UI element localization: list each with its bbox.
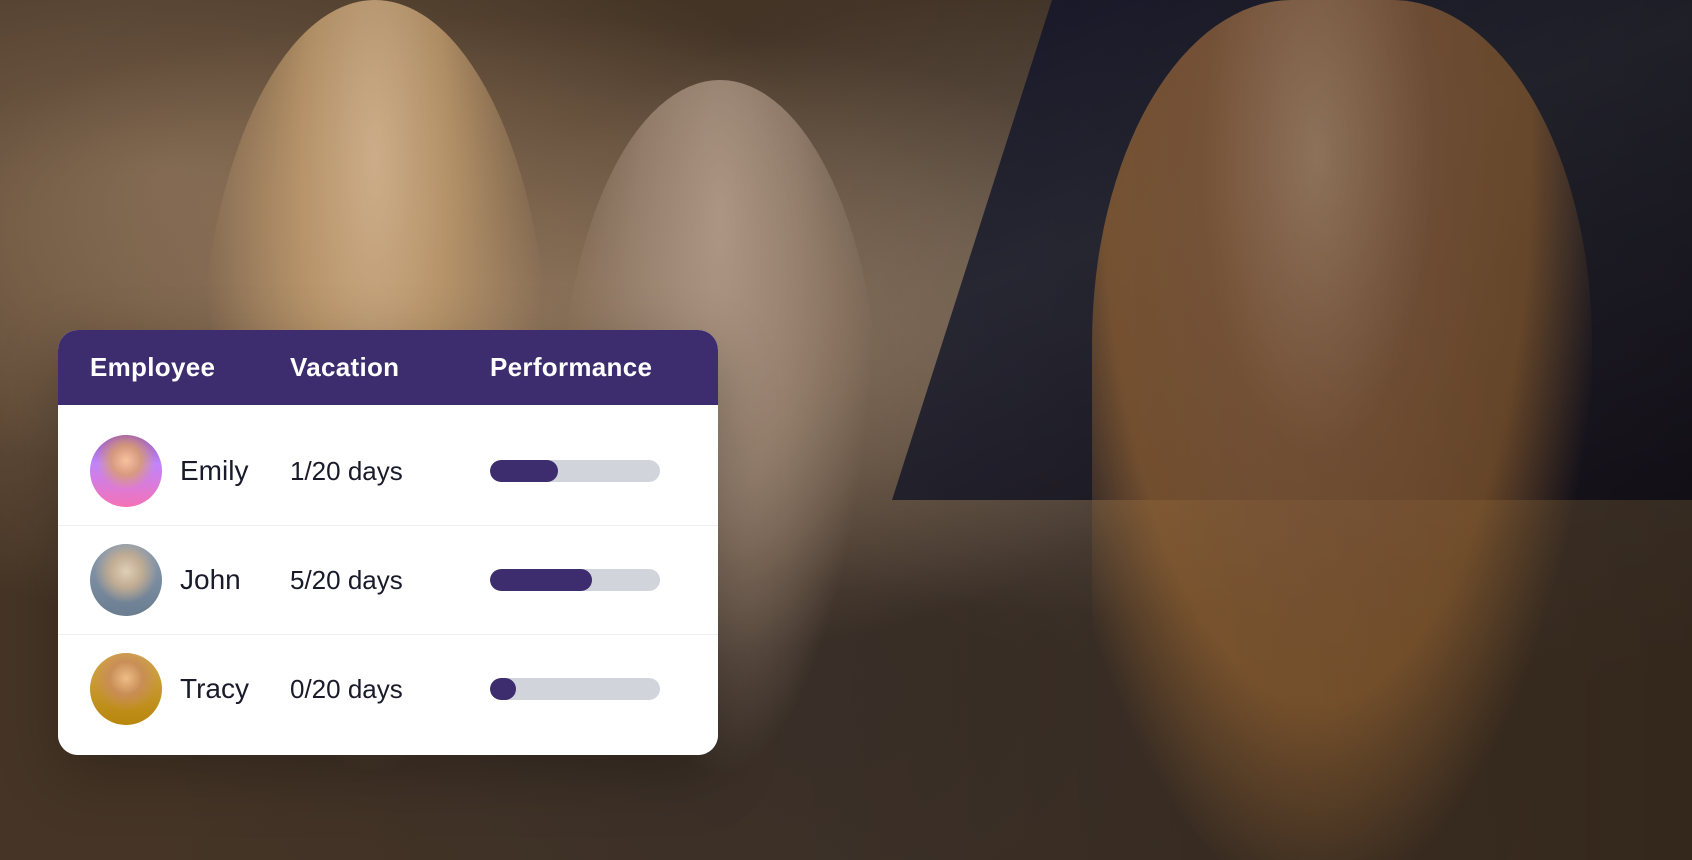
performance-cell-tracy bbox=[490, 678, 686, 700]
progress-bar-fill-tracy bbox=[490, 678, 516, 700]
header-employee-label: Employee bbox=[90, 352, 215, 383]
avatar-john-inner bbox=[90, 544, 162, 616]
progress-bar-fill-emily bbox=[490, 460, 558, 482]
vacation-text-emily: 1/20 days bbox=[290, 456, 403, 486]
table-row: Emily 1/20 days bbox=[58, 417, 718, 526]
header-vacation-label: Vacation bbox=[290, 352, 399, 383]
avatar-john bbox=[90, 544, 162, 616]
header-employee-col: Employee bbox=[90, 352, 290, 383]
vacation-cell-emily: 1/20 days bbox=[290, 456, 490, 487]
table-row: John 5/20 days bbox=[58, 526, 718, 635]
table-body: Emily 1/20 days John 5/20 days bbox=[58, 405, 718, 755]
employee-name-tracy: Tracy bbox=[180, 673, 249, 705]
employee-table-card: Employee Vacation Performance Emily 1/20… bbox=[58, 330, 718, 755]
person-right-silhouette bbox=[1092, 0, 1592, 860]
employee-cell-emily: Emily bbox=[90, 435, 290, 507]
vacation-cell-tracy: 0/20 days bbox=[290, 674, 490, 705]
employee-cell-john: John bbox=[90, 544, 290, 616]
avatar-tracy bbox=[90, 653, 162, 725]
vacation-text-john: 5/20 days bbox=[290, 565, 403, 595]
avatar-emily-inner bbox=[90, 435, 162, 507]
vacation-cell-john: 5/20 days bbox=[290, 565, 490, 596]
table-row: Tracy 0/20 days bbox=[58, 635, 718, 743]
vacation-text-tracy: 0/20 days bbox=[290, 674, 403, 704]
progress-bar-fill-john bbox=[490, 569, 592, 591]
employee-name-emily: Emily bbox=[180, 455, 248, 487]
performance-cell-john bbox=[490, 569, 686, 591]
header-performance-label: Performance bbox=[490, 352, 652, 383]
employee-name-john: John bbox=[180, 564, 241, 596]
header-performance-col: Performance bbox=[490, 352, 686, 383]
avatar-emily bbox=[90, 435, 162, 507]
performance-cell-emily bbox=[490, 460, 686, 482]
employee-cell-tracy: Tracy bbox=[90, 653, 290, 725]
header-vacation-col: Vacation bbox=[290, 352, 490, 383]
progress-bar-bg-john bbox=[490, 569, 660, 591]
table-header: Employee Vacation Performance bbox=[58, 330, 718, 405]
avatar-tracy-inner bbox=[90, 653, 162, 725]
progress-bar-bg-tracy bbox=[490, 678, 660, 700]
progress-bar-bg-emily bbox=[490, 460, 660, 482]
